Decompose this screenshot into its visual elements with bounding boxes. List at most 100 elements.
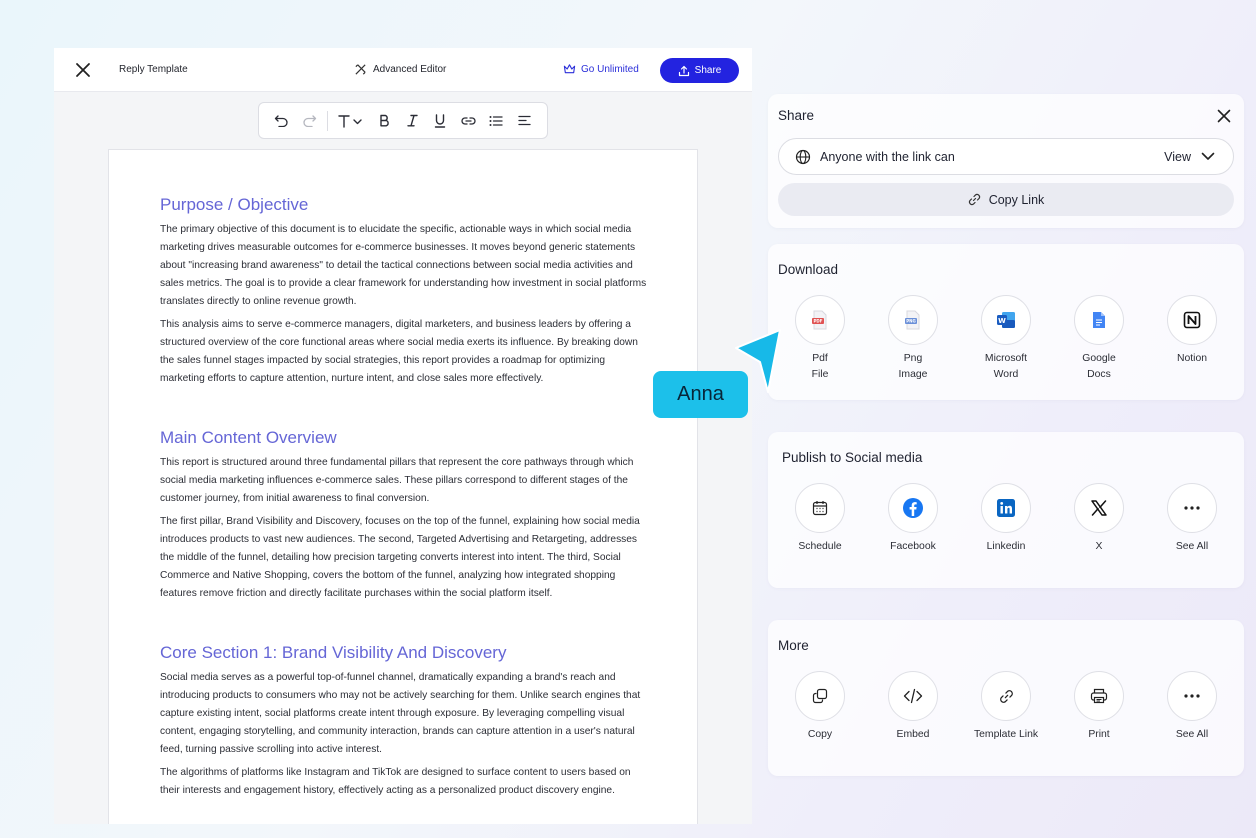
option-label: Schedule bbox=[798, 541, 842, 552]
svg-text:PDF: PDF bbox=[814, 319, 823, 324]
share-panel: Share Anyone with the link can View Copy… bbox=[768, 94, 1244, 228]
link-icon bbox=[981, 671, 1031, 721]
more-copy[interactable]: Copy bbox=[795, 671, 845, 743]
close-icon[interactable] bbox=[74, 61, 92, 79]
publish-see-all[interactable]: See All bbox=[1167, 483, 1217, 555]
link-permission-select[interactable]: Anyone with the link can View bbox=[778, 138, 1234, 175]
notion-icon bbox=[1167, 295, 1217, 345]
download-png[interactable]: PNG Png Image bbox=[888, 295, 938, 383]
go-unlimited-label: Go Unlimited bbox=[581, 63, 639, 75]
text-style-dropdown[interactable] bbox=[332, 107, 370, 135]
bullet-list-button[interactable] bbox=[482, 107, 510, 135]
x-icon bbox=[1074, 483, 1124, 533]
share-button-label: Share bbox=[694, 65, 722, 76]
option-label: Png Image bbox=[899, 351, 928, 383]
option-label: Template Link bbox=[973, 729, 1039, 740]
more-template-link[interactable]: Template Link bbox=[974, 671, 1038, 743]
chevron-down-icon bbox=[1201, 152, 1215, 160]
download-pdf[interactable]: PDF Pdf File bbox=[795, 295, 845, 383]
publish-panel: Publish to Social media Schedule Faceboo… bbox=[768, 432, 1244, 588]
more-panel: More Copy Embed Template Link Print See … bbox=[768, 620, 1244, 776]
option-label: See All bbox=[1175, 729, 1209, 740]
facebook-icon bbox=[888, 483, 938, 533]
option-label: Microsoft Word bbox=[985, 351, 1027, 383]
list-icon bbox=[489, 115, 503, 126]
publish-linkedin[interactable]: Linkedin bbox=[981, 483, 1031, 555]
share-panel-title: Share bbox=[778, 108, 815, 123]
globe-icon bbox=[795, 149, 811, 164]
option-label: Facebook bbox=[890, 541, 936, 552]
download-title: Download bbox=[778, 262, 839, 277]
document-title: Reply Template bbox=[119, 64, 188, 75]
download-notion[interactable]: Notion bbox=[1167, 295, 1217, 383]
toolbar-divider bbox=[327, 110, 328, 131]
access-level-value: View bbox=[1164, 149, 1191, 164]
copy-link-label: Copy Link bbox=[988, 192, 1045, 207]
underline-button[interactable] bbox=[426, 107, 454, 135]
publish-schedule[interactable]: Schedule bbox=[795, 483, 845, 555]
label-line: Word bbox=[993, 369, 1019, 380]
pdf-file-icon: PDF bbox=[795, 295, 845, 345]
link-icon bbox=[968, 193, 980, 206]
label-line: Png bbox=[903, 353, 923, 364]
option-label: Copy bbox=[807, 729, 833, 740]
label-line: Pdf bbox=[812, 353, 828, 364]
publish-title: Publish to Social media bbox=[782, 450, 923, 465]
document-section: Purpose / Objective The primary objectiv… bbox=[160, 195, 647, 388]
option-label: Print bbox=[1088, 729, 1110, 740]
link-button[interactable] bbox=[454, 107, 482, 135]
more-title: More bbox=[778, 638, 809, 653]
copy-link-button[interactable]: Copy Link bbox=[778, 183, 1234, 216]
crown-icon bbox=[563, 64, 576, 74]
format-toolbar bbox=[258, 102, 548, 139]
publish-x[interactable]: X bbox=[1074, 483, 1124, 555]
bold-icon bbox=[379, 114, 389, 127]
share-button[interactable]: Share bbox=[660, 58, 739, 83]
download-options: PDF Pdf File PNG Png Image W Microsoft Word… bbox=[795, 295, 1217, 383]
download-google-docs[interactable]: Google Docs bbox=[1074, 295, 1124, 383]
more-embed[interactable]: Embed bbox=[888, 671, 938, 743]
redo-icon bbox=[302, 115, 316, 127]
linkedin-icon bbox=[981, 483, 1031, 533]
align-button[interactable] bbox=[510, 107, 538, 135]
copy-icon bbox=[795, 671, 845, 721]
calendar-icon bbox=[795, 483, 845, 533]
paragraph: This report is structured around three f… bbox=[160, 457, 634, 504]
option-label: Google Docs bbox=[1082, 351, 1116, 383]
permission-label: Anyone with the link can bbox=[820, 149, 955, 164]
download-panel: Download PDF Pdf File PNG Png Image W Micr… bbox=[768, 244, 1244, 400]
advanced-editor-label: Advanced Editor bbox=[373, 64, 447, 75]
option-label: Linkedin bbox=[986, 541, 1026, 552]
close-icon[interactable] bbox=[1216, 108, 1232, 124]
go-unlimited-link[interactable]: Go Unlimited bbox=[563, 63, 639, 75]
paragraph: This analysis aims to serve e-commerce m… bbox=[160, 319, 638, 384]
text-size-icon bbox=[338, 114, 362, 128]
paragraph: The algorithms of platforms like Instagr… bbox=[160, 767, 631, 796]
document-page[interactable]: Purpose / Objective The primary objectiv… bbox=[108, 149, 698, 824]
section-heading: Purpose / Objective bbox=[160, 195, 309, 214]
undo-icon bbox=[274, 115, 288, 127]
access-level-dropdown[interactable]: View bbox=[1164, 150, 1215, 164]
link-icon bbox=[460, 116, 476, 125]
more-see-all[interactable]: See All bbox=[1167, 671, 1217, 743]
download-word[interactable]: W Microsoft Word bbox=[981, 295, 1031, 383]
upload-icon bbox=[678, 65, 689, 76]
publish-facebook[interactable]: Facebook bbox=[888, 483, 938, 555]
svg-text:W: W bbox=[998, 317, 1006, 325]
option-label: Embed bbox=[896, 729, 930, 740]
label-line: File bbox=[811, 369, 829, 380]
code-icon bbox=[888, 671, 938, 721]
section-heading: Main Content Overview bbox=[160, 428, 337, 447]
redo-button[interactable] bbox=[295, 107, 323, 135]
more-print[interactable]: Print bbox=[1074, 671, 1124, 743]
svg-text:PNG: PNG bbox=[906, 319, 916, 324]
italic-button[interactable] bbox=[398, 107, 426, 135]
bold-button[interactable] bbox=[370, 107, 398, 135]
label-line: Notion bbox=[1176, 353, 1208, 364]
section-heading: Core Section 1: Brand Visibility And Dis… bbox=[160, 643, 507, 662]
more-options: Copy Embed Template Link Print See All bbox=[795, 671, 1217, 743]
advanced-editor-button[interactable]: Advanced Editor bbox=[354, 63, 446, 76]
option-label: X bbox=[1095, 541, 1103, 552]
png-image-icon: PNG bbox=[888, 295, 938, 345]
undo-button[interactable] bbox=[267, 107, 295, 135]
